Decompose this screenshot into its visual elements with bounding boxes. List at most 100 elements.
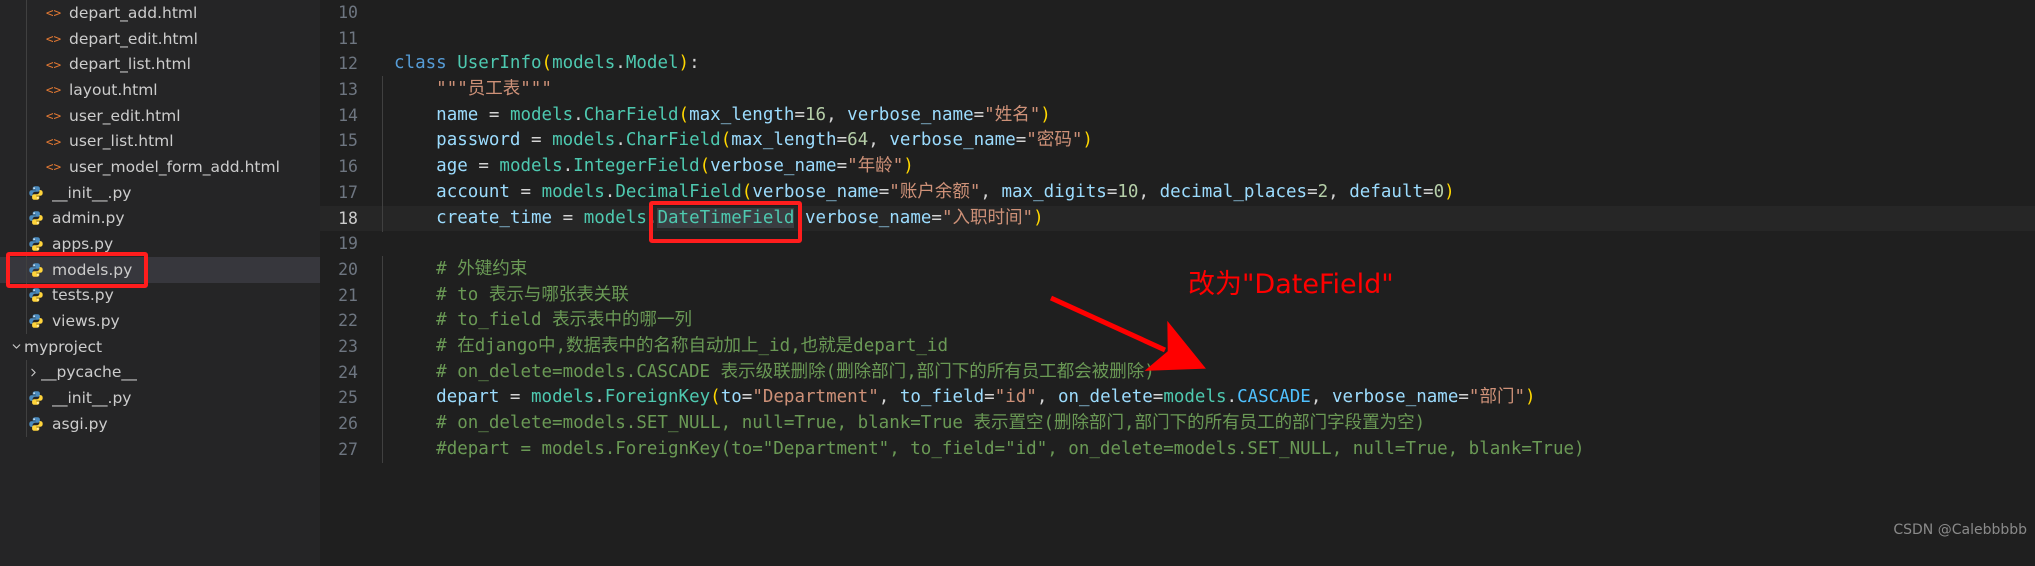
svg-text:<>: <> <box>45 109 61 124</box>
tree-item-user-edit-html[interactable]: <> user_edit.html <box>0 102 320 129</box>
svg-text:<>: <> <box>45 83 61 98</box>
code-line[interactable]: 24 # on_delete=models.CASCADE 表示级联删除(删除部… <box>320 358 2035 387</box>
indent-guide <box>382 307 383 335</box>
selected-token: DateTimeField <box>657 207 795 228</box>
python-icon <box>25 390 47 406</box>
code-line[interactable]: 17 account = models.DecimalField(verbose… <box>320 178 2035 207</box>
tree-item-views-py[interactable]: views.py <box>0 308 320 334</box>
line-number: 26 <box>338 414 358 433</box>
line-content[interactable]: """员工表""" <box>382 76 2035 104</box>
tree-item-user-model-form-add-html[interactable]: <> user_model_form_add.html <box>0 154 320 180</box>
python-icon <box>25 313 47 329</box>
indent-guide <box>382 153 383 181</box>
tree-item-label: __pycache__ <box>41 363 137 382</box>
tree-item-admin-py[interactable]: admin.py <box>0 205 320 232</box>
tree-item-depart-edit-html[interactable]: <> depart_edit.html <box>0 25 320 52</box>
chevron-down-icon[interactable] <box>8 340 24 353</box>
indent-guide <box>26 179 27 206</box>
line-content[interactable]: password = models.CharField(max_length=6… <box>382 127 2035 156</box>
tree-item-myproject[interactable]: myproject <box>0 334 320 360</box>
indent-guide <box>26 51 27 78</box>
tree-item-label: admin.py <box>52 209 125 228</box>
tree-item-label: tests.py <box>52 286 114 305</box>
tree-item-layout-html[interactable]: <> layout.html <box>0 77 320 103</box>
tree-item-user-list-html[interactable]: <> user_list.html <box>0 128 320 155</box>
tree-item-models-py[interactable]: models.py <box>0 256 320 283</box>
line-number: 22 <box>338 311 358 331</box>
line-number: 12 <box>338 54 358 74</box>
code-editor[interactable]: 10 11 12 class UserInfo(models.Model): 13 ""… <box>320 0 2035 566</box>
tree-item-label: myproject <box>24 337 103 356</box>
file-explorer-sidebar[interactable]: <> depart_add.html <> depart_edit.html <> dep… <box>0 0 320 566</box>
tree-item-apps-py[interactable]: apps.py <box>0 231 320 257</box>
line-content[interactable]: # on_delete=models.CASCADE 表示级联删除(删除部门,部… <box>382 358 2035 387</box>
line-content[interactable]: # 在django中,数据表中的名称自动加上_id,也就是depart_id <box>382 332 2035 361</box>
line-content[interactable]: create_time = models.DateTimeField(verbo… <box>382 204 2035 233</box>
line-content[interactable]: class UserInfo(models.Model): <box>382 51 2035 77</box>
line-content[interactable]: age = models.IntegerField(verbose_name="… <box>382 153 2035 181</box>
code-line[interactable]: 11 <box>320 26 2035 52</box>
tree-item-label: user_model_form_add.html <box>69 157 280 176</box>
code-line[interactable]: 26 # on_delete=models.SET_NULL, null=Tru… <box>320 410 2035 438</box>
code-lines[interactable]: 10 11 12 class UserInfo(models.Model): 13 ""… <box>320 0 2035 566</box>
line-content[interactable]: account = models.DecimalField(verbose_na… <box>382 178 2035 207</box>
svg-text:<>: <> <box>45 32 61 47</box>
tree-item-label: user_list.html <box>69 132 174 151</box>
tree-item-label: layout.html <box>69 80 158 99</box>
indent-guide <box>26 128 27 155</box>
tree-item-depart-add-html[interactable]: <> depart_add.html <box>0 0 320 26</box>
code-line[interactable]: 23 # 在django中,数据表中的名称自动加上_id,也就是depart_i… <box>320 332 2035 361</box>
tree-item-tests-py[interactable]: tests.py <box>0 282 320 309</box>
line-content[interactable]: # to_field 表示表中的哪一列 <box>382 307 2035 335</box>
indent-guide <box>382 332 383 361</box>
code-line[interactable]: 15 password = models.CharField(max_lengt… <box>320 127 2035 156</box>
indent-guide <box>382 410 383 438</box>
line-content[interactable]: #depart = models.ForeignKey(to="Departme… <box>382 435 2035 464</box>
tree-item-asgi-py[interactable]: asgi.py <box>0 411 320 437</box>
line-number: 18 <box>338 208 358 228</box>
html-icon: <> <box>42 133 64 150</box>
line-content[interactable]: # 外键约束 <box>382 255 2035 284</box>
line-number: 14 <box>338 105 358 125</box>
line-number: 24 <box>338 362 358 382</box>
indent-guide <box>26 385 27 411</box>
line-content[interactable]: depart = models.ForeignKey(to="Departmen… <box>382 384 2035 413</box>
indent-guide <box>382 204 383 233</box>
html-icon: <> <box>42 107 64 124</box>
chevron-right-icon[interactable] <box>25 366 41 379</box>
tree-item-label: depart_list.html <box>69 55 191 74</box>
code-line[interactable]: 20 # 外键约束 <box>320 255 2035 284</box>
indent-guide <box>26 205 27 232</box>
tree-item-init-py[interactable]: __init__.py <box>0 179 320 206</box>
indent-guide <box>26 25 27 52</box>
code-line[interactable]: 21 # to 表示与哪张表关联 <box>320 281 2035 310</box>
code-line[interactable]: 19 <box>320 231 2035 257</box>
code-line[interactable]: 18 create_time = models.DateTimeField(ve… <box>320 204 2035 233</box>
code-line[interactable]: 13 """员工表""" <box>320 76 2035 104</box>
code-line[interactable]: 12 class UserInfo(models.Model): <box>320 51 2035 77</box>
code-line[interactable]: 16 age = models.IntegerField(verbose_nam… <box>320 153 2035 181</box>
indent-guide <box>382 281 383 310</box>
line-content[interactable]: # to 表示与哪张表关联 <box>382 281 2035 310</box>
line-number: 13 <box>338 80 358 100</box>
tree-item-pycache[interactable]: __pycache__ <box>0 359 320 386</box>
python-icon <box>25 262 47 278</box>
code-line[interactable]: 25 depart = models.ForeignKey(to="Depart… <box>320 384 2035 413</box>
tree-item-init-py[interactable]: __init__.py <box>0 385 320 411</box>
indent-guide <box>26 231 27 257</box>
code-line[interactable]: 14 name = models.CharField(max_length=16… <box>320 101 2035 130</box>
line-content[interactable]: # on_delete=models.SET_NULL, null=True, … <box>382 410 2035 438</box>
python-icon <box>25 236 47 252</box>
tree-item-depart-list-html[interactable]: <> depart_list.html <box>0 51 320 78</box>
indent-guide <box>26 102 27 129</box>
line-number: 15 <box>338 131 358 151</box>
svg-text:<>: <> <box>45 6 61 21</box>
file-tree[interactable]: <> depart_add.html <> depart_edit.html <> dep… <box>0 0 320 437</box>
code-line[interactable]: 27 #depart = models.ForeignKey(to="Depar… <box>320 435 2035 464</box>
line-number: 27 <box>338 439 358 459</box>
indent-guide <box>382 255 383 284</box>
code-line[interactable]: 22 # to_field 表示表中的哪一列 <box>320 307 2035 335</box>
line-content[interactable]: name = models.CharField(max_length=16, v… <box>382 101 2035 130</box>
code-line[interactable]: 10 <box>320 0 2035 26</box>
tree-item-label: models.py <box>52 260 133 279</box>
